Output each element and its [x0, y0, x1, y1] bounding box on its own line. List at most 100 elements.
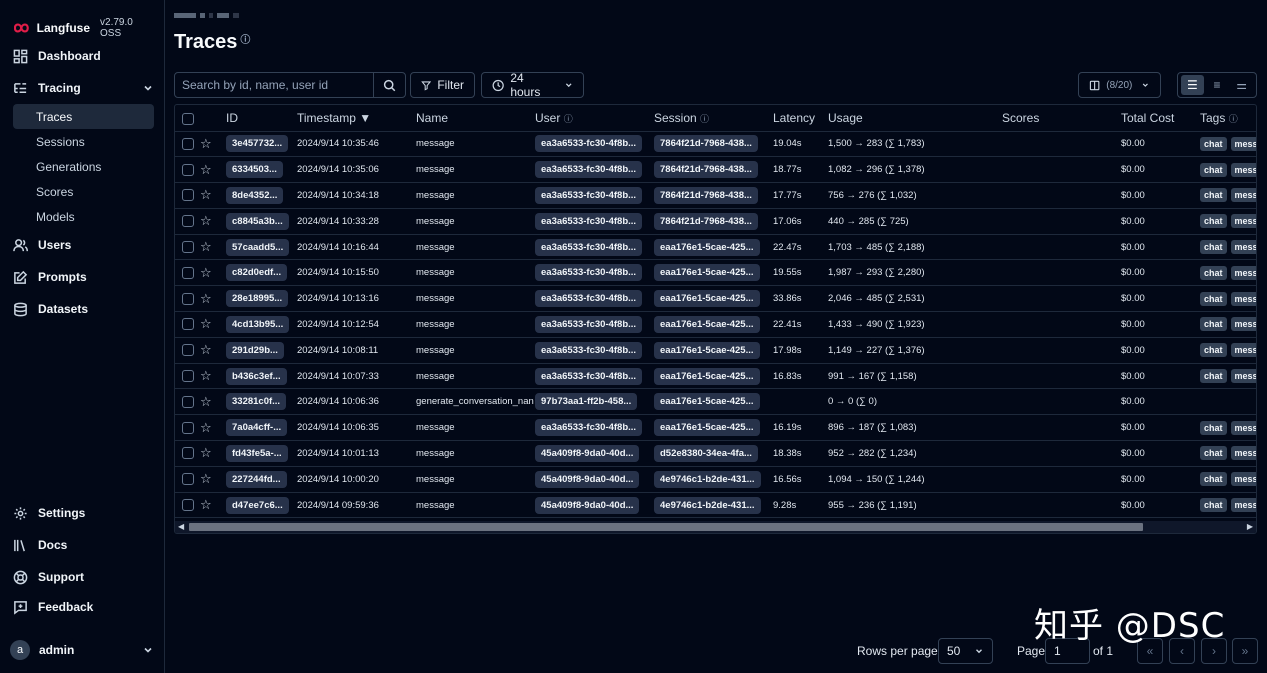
session-id[interactable]: eaa176e1-5cae-425... — [654, 367, 760, 385]
star-icon[interactable]: ☆ — [200, 471, 212, 486]
star-icon[interactable]: ☆ — [200, 213, 212, 228]
sidebar-item-models[interactable]: Models — [13, 204, 154, 229]
sidebar-item-prompts[interactable]: Prompts — [10, 261, 154, 293]
row-checkbox[interactable] — [182, 189, 194, 202]
user-id[interactable]: ea3a6533-fc30-4f8b... — [535, 367, 643, 385]
trace-id[interactable]: 7a0a4cff-... — [226, 419, 288, 437]
info-icon[interactable]: ⓘ — [240, 35, 250, 46]
tag-badge[interactable]: mess — [1230, 291, 1256, 306]
scroll-right-icon[interactable]: ▶ — [1247, 522, 1253, 531]
tag-badge[interactable]: mess — [1230, 369, 1256, 384]
sidebar-item-users[interactable]: Users — [10, 229, 154, 261]
table-row[interactable]: ☆ d47ee7c6... 2024/9/14 09:59:36 message 45a… — [175, 492, 1256, 519]
session-id[interactable]: 4e9746c1-b2de-431... — [654, 496, 761, 514]
tag-badge[interactable]: mess — [1230, 214, 1256, 229]
row-checkbox[interactable] — [182, 215, 194, 228]
user-id[interactable]: ea3a6533-fc30-4f8b... — [535, 186, 643, 204]
session-id[interactable]: 7864f21d-7968-438... — [654, 212, 758, 230]
tag-badge[interactable]: mess — [1230, 343, 1256, 358]
table-row[interactable]: ☆ 6334503... 2024/9/14 10:35:06 message ea3a… — [175, 156, 1256, 184]
tag-badge[interactable]: chat — [1200, 240, 1227, 255]
table-row[interactable]: ☆ 33281c0f... 2024/9/14 10:06:36 generate_c… — [175, 388, 1256, 416]
tag-badge[interactable]: mess — [1230, 188, 1256, 203]
tag-badge[interactable]: mess — [1230, 446, 1256, 461]
search-button[interactable] — [373, 73, 405, 97]
row-checkbox[interactable] — [182, 266, 194, 279]
star-icon[interactable]: ☆ — [200, 316, 212, 331]
row-checkbox[interactable] — [182, 447, 194, 460]
star-icon[interactable]: ☆ — [200, 394, 212, 409]
sidebar-item-tracing[interactable]: Tracing — [10, 72, 154, 104]
tag-badge[interactable]: chat — [1200, 265, 1227, 280]
columns-button[interactable]: (8/20) — [1078, 72, 1161, 98]
trace-id[interactable]: 227244fd... — [226, 470, 287, 488]
sidebar-item-generations[interactable]: Generations — [13, 154, 154, 179]
filter-button[interactable]: Filter — [410, 72, 475, 98]
table-row[interactable]: ☆ 227244fd... 2024/9/14 10:00:20 message 45a… — [175, 466, 1256, 493]
sidebar-item-feedback[interactable]: Feedback — [10, 593, 154, 621]
column-header-session[interactable]: Session ⓘ — [654, 105, 773, 132]
sidebar-item-datasets[interactable]: Datasets — [10, 293, 154, 325]
star-icon[interactable]: ☆ — [200, 136, 212, 151]
table-row[interactable]: ☆ 291d29b... 2024/9/14 10:08:11 message ea3a… — [175, 337, 1256, 364]
tag-badge[interactable]: mess — [1230, 136, 1256, 151]
sidebar-item-support[interactable]: Support — [10, 561, 154, 593]
row-checkbox[interactable] — [182, 163, 194, 176]
rows-per-page-select[interactable]: 50 — [938, 638, 993, 664]
table-row[interactable]: ☆ 7a0a4cff-... 2024/9/14 10:06:35 message ea… — [175, 414, 1256, 442]
sidebar-item-dashboard[interactable]: Dashboard — [10, 40, 154, 72]
session-id[interactable]: 7864f21d-7968-438... — [654, 135, 758, 153]
last-page-button[interactable]: » — [1232, 638, 1258, 664]
trace-id[interactable]: c8845a3b... — [226, 212, 289, 230]
tag-badge[interactable]: chat — [1200, 420, 1227, 435]
table-row[interactable]: ☆ 4cd13b95... 2024/9/14 10:12:54 message ea3… — [175, 311, 1256, 338]
trace-id[interactable]: fd43fe5a-... — [226, 444, 288, 462]
star-icon[interactable]: ☆ — [200, 368, 212, 383]
star-icon[interactable]: ☆ — [200, 291, 212, 306]
sidebar-item-settings[interactable]: Settings — [10, 497, 154, 529]
tag-badge[interactable]: chat — [1200, 472, 1227, 487]
column-header-id[interactable]: ID — [226, 105, 297, 132]
tag-badge[interactable]: chat — [1200, 162, 1227, 177]
column-header-scores[interactable]: Scores — [1002, 105, 1121, 132]
sidebar-item-scores[interactable]: Scores — [13, 179, 154, 204]
star-icon[interactable]: ☆ — [200, 497, 212, 512]
session-id[interactable]: eaa176e1-5cae-425... — [654, 419, 760, 437]
session-id[interactable]: d52e8380-34ea-4fa... — [654, 444, 758, 462]
user-id[interactable]: ea3a6533-fc30-4f8b... — [535, 212, 643, 230]
tag-badge[interactable]: chat — [1200, 291, 1227, 306]
session-id[interactable]: eaa176e1-5cae-425... — [654, 315, 760, 333]
horizontal-scrollbar[interactable]: ◀ ▶ — [175, 521, 1256, 533]
session-id[interactable]: 7864f21d-7968-438... — [654, 161, 758, 179]
column-header-name[interactable]: Name — [416, 105, 535, 132]
tag-badge[interactable]: chat — [1200, 446, 1227, 461]
row-checkbox[interactable] — [182, 395, 194, 408]
session-id[interactable]: 4e9746c1-b2de-431... — [654, 470, 761, 488]
row-checkbox[interactable] — [182, 137, 194, 150]
session-id[interactable]: 7864f21d-7968-438... — [654, 186, 758, 204]
scroll-left-icon[interactable]: ◀ — [178, 522, 184, 531]
session-id[interactable]: eaa176e1-5cae-425... — [654, 238, 760, 256]
trace-id[interactable]: 33281c0f... — [226, 393, 287, 411]
star-icon[interactable]: ☆ — [200, 445, 212, 460]
trace-id[interactable]: c82d0edf... — [226, 264, 288, 282]
trace-id[interactable]: 3e457732... — [226, 135, 289, 153]
row-checkbox[interactable] — [182, 421, 194, 434]
trace-id[interactable]: 8de4352... — [226, 186, 284, 204]
row-checkbox[interactable] — [182, 344, 194, 357]
trace-id[interactable]: 28e18995... — [226, 290, 289, 308]
row-height-medium-icon[interactable]: ≡ — [1206, 75, 1229, 95]
scrollbar-thumb[interactable] — [189, 523, 1143, 531]
tag-badge[interactable]: mess — [1230, 265, 1256, 280]
trace-id[interactable]: 4cd13b95... — [226, 315, 290, 333]
row-checkbox[interactable] — [182, 318, 194, 331]
trace-id[interactable]: 291d29b... — [226, 341, 284, 359]
user-id[interactable]: ea3a6533-fc30-4f8b... — [535, 135, 643, 153]
user-id[interactable]: 45a409f8-9da0-40d... — [535, 470, 640, 488]
tag-badge[interactable]: mess — [1230, 317, 1256, 332]
search-input[interactable]: Search by id, name, user id — [175, 78, 373, 92]
tag-badge[interactable]: chat — [1200, 188, 1227, 203]
tag-badge[interactable]: mess — [1230, 240, 1256, 255]
column-header-tags[interactable]: Tags ⓘ — [1200, 105, 1256, 132]
star-icon[interactable]: ☆ — [200, 265, 212, 280]
